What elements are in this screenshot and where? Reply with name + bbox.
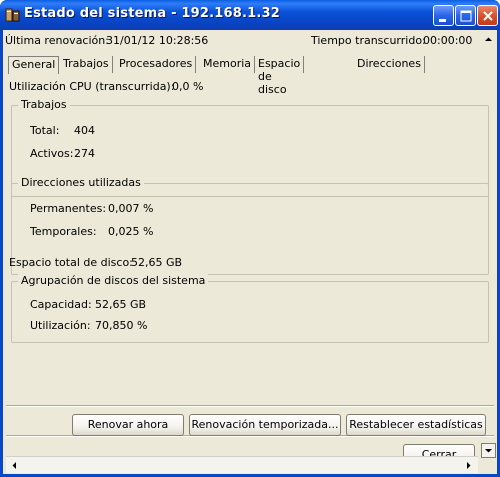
minimize-button[interactable] [433,5,454,26]
minimize-icon [439,19,446,22]
disk-total-label: Espacio total de disco: [9,256,133,269]
disk-pool-usage-label: Utilización: [30,319,91,332]
elapsed-value: 00:00:00 [423,34,473,47]
client-area: Última renovación: 31/01/12 10:28:56 Tie… [3,30,497,474]
scroll-up-icon[interactable] [481,32,496,47]
system-status-window: Estado del sistema - 192.168.1.32 Última… [0,0,500,477]
cpu-usage-value: 0,0 % [172,80,204,93]
tab-processors[interactable]: Procesadores [116,56,197,73]
window-title: Estado del sistema - 192.168.1.32 [24,6,281,21]
disk-total-value: 52,65 GB [131,256,183,269]
disk-pool-capacity-value: 52,65 GB [95,298,147,311]
scroll-down-icon[interactable] [481,443,496,458]
elapsed-label: Tiempo transcurrido: [311,34,426,47]
last-refresh-label: Última renovación: [5,34,109,47]
addresses-temporary-value: 0,025 % [108,225,154,238]
scroll-right-icon[interactable] [461,458,476,473]
tab-general[interactable]: General [8,56,60,74]
maximize-icon [460,10,472,22]
app-icon [5,7,21,23]
close-window-button[interactable] [477,5,498,26]
tab-memory[interactable]: Memoria [200,56,256,73]
addresses-temporary-label: Temporales: [30,225,97,238]
tab-jobs[interactable]: Trabajos [60,56,113,73]
jobs-active-label: Activos: [30,147,74,160]
addresses-permanent-label: Permanentes: [30,202,107,215]
jobs-total-label: Total: [30,124,60,137]
vertical-scrollbar[interactable] [480,30,497,458]
tab-disk-space[interactable]: Espacio de disco [255,56,305,96]
refresh-now-button[interactable]: Renovar ahora [72,414,184,436]
jobs-total-value: 404 [74,124,95,137]
jobs-active-value: 274 [74,147,95,160]
disk-pool-group-title: Agrupación de discos del sistema [18,274,209,287]
scroll-left-icon[interactable] [7,458,22,473]
close-icon [483,11,493,21]
cpu-usage-label: Utilización CPU (transcurrida): [9,80,175,93]
disk-pool-usage-value: 70,850 % [95,319,148,332]
disk-pool-capacity-label: Capacidad: [30,298,92,311]
addresses-group-title: Direcciones utilizadas [18,176,144,189]
reset-stats-button[interactable]: Restablecer estadísticas [346,414,486,436]
horizontal-scrollbar[interactable] [6,456,478,473]
disk-pool-group: Agrupación de discos del sistema Capacid… [11,274,489,343]
timed-refresh-button[interactable]: Renovación temporizada... [189,414,341,436]
separator-top [6,405,494,407]
addresses-permanent-value: 0,007 % [108,202,154,215]
last-refresh-value: 31/01/12 10:28:56 [106,34,209,47]
tab-addresses[interactable]: Direcciones [354,56,425,73]
maximize-button[interactable] [455,5,476,26]
title-bar[interactable]: Estado del sistema - 192.168.1.32 [0,0,500,30]
jobs-group-title: Trabajos [18,98,70,111]
